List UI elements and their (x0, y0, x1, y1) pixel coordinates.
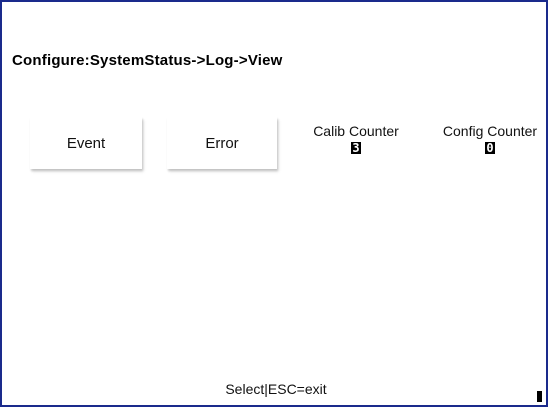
calib-counter-value: 3 (351, 141, 361, 155)
calib-counter-label: Calib Counter (313, 123, 399, 139)
config-counter: Config Counter 0 (428, 123, 548, 157)
page-title: Configure:SystemStatus->Log->View (12, 52, 283, 69)
screen-frame: Configure:SystemStatus->Log->View Event … (0, 0, 548, 407)
calib-counter: Calib Counter 3 (300, 123, 412, 157)
event-button[interactable]: Event (30, 117, 142, 169)
error-button[interactable]: Error (167, 117, 277, 169)
config-counter-label: Config Counter (442, 123, 538, 139)
footer-hint: Select|ESC=exit (225, 381, 327, 397)
config-counter-value: 0 (485, 141, 495, 155)
text-cursor-block (537, 391, 542, 402)
